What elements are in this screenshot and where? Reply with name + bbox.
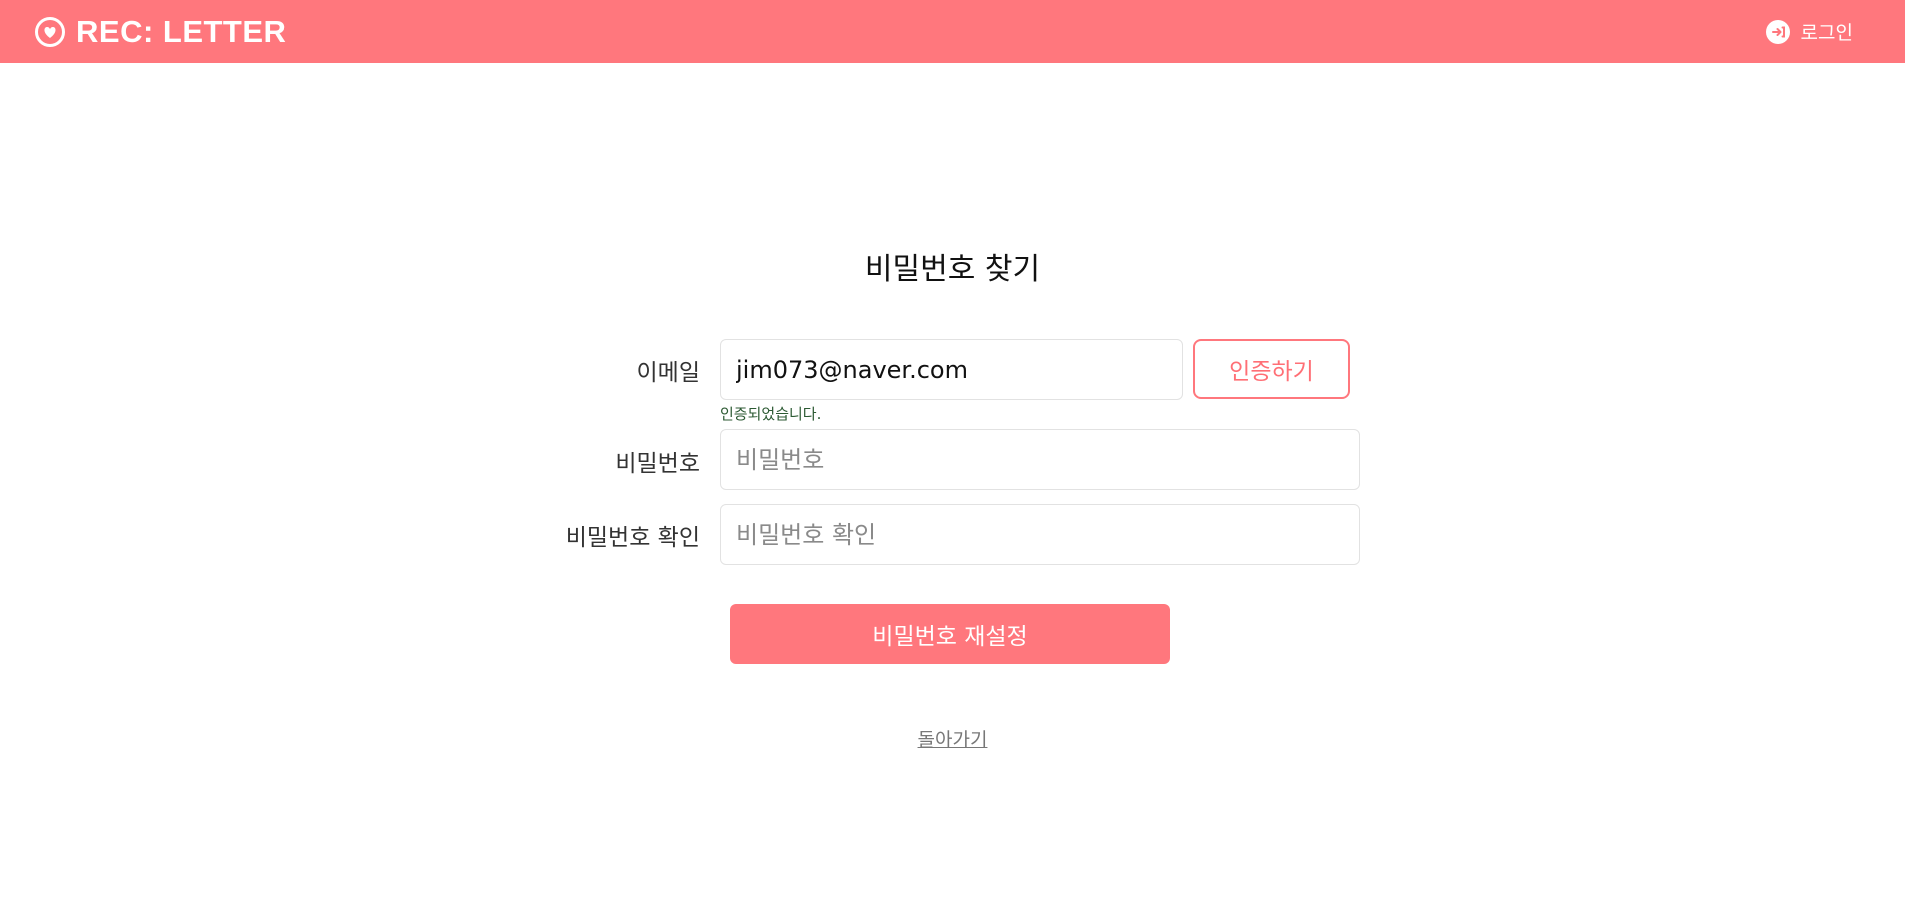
password-input[interactable]	[720, 429, 1360, 490]
page-title: 비밀번호 찾기	[864, 252, 1041, 287]
logo[interactable]: REC: LETTER	[34, 14, 286, 50]
login-icon	[1765, 19, 1791, 45]
password-confirm-input[interactable]	[720, 504, 1360, 565]
password-label: 비밀번호	[615, 451, 700, 477]
email-input[interactable]	[720, 339, 1183, 400]
login-link[interactable]: 로그인	[1765, 18, 1853, 45]
login-label: 로그인	[1800, 22, 1853, 44]
back-link[interactable]: 돌아가기	[0, 725, 1905, 752]
top-header: REC: LETTER 로그인	[0, 0, 1905, 63]
password-confirm-label: 비밀번호 확인	[565, 525, 700, 551]
verification-status: 인증되었습니다.	[720, 405, 822, 423]
email-label: 이메일	[636, 360, 700, 386]
heart-circle-icon	[34, 16, 66, 48]
logo-text: REC: LETTER	[76, 13, 287, 49]
verify-button[interactable]: 인증하기	[1193, 339, 1350, 399]
reset-password-button[interactable]: 비밀번호 재설정	[730, 604, 1170, 664]
